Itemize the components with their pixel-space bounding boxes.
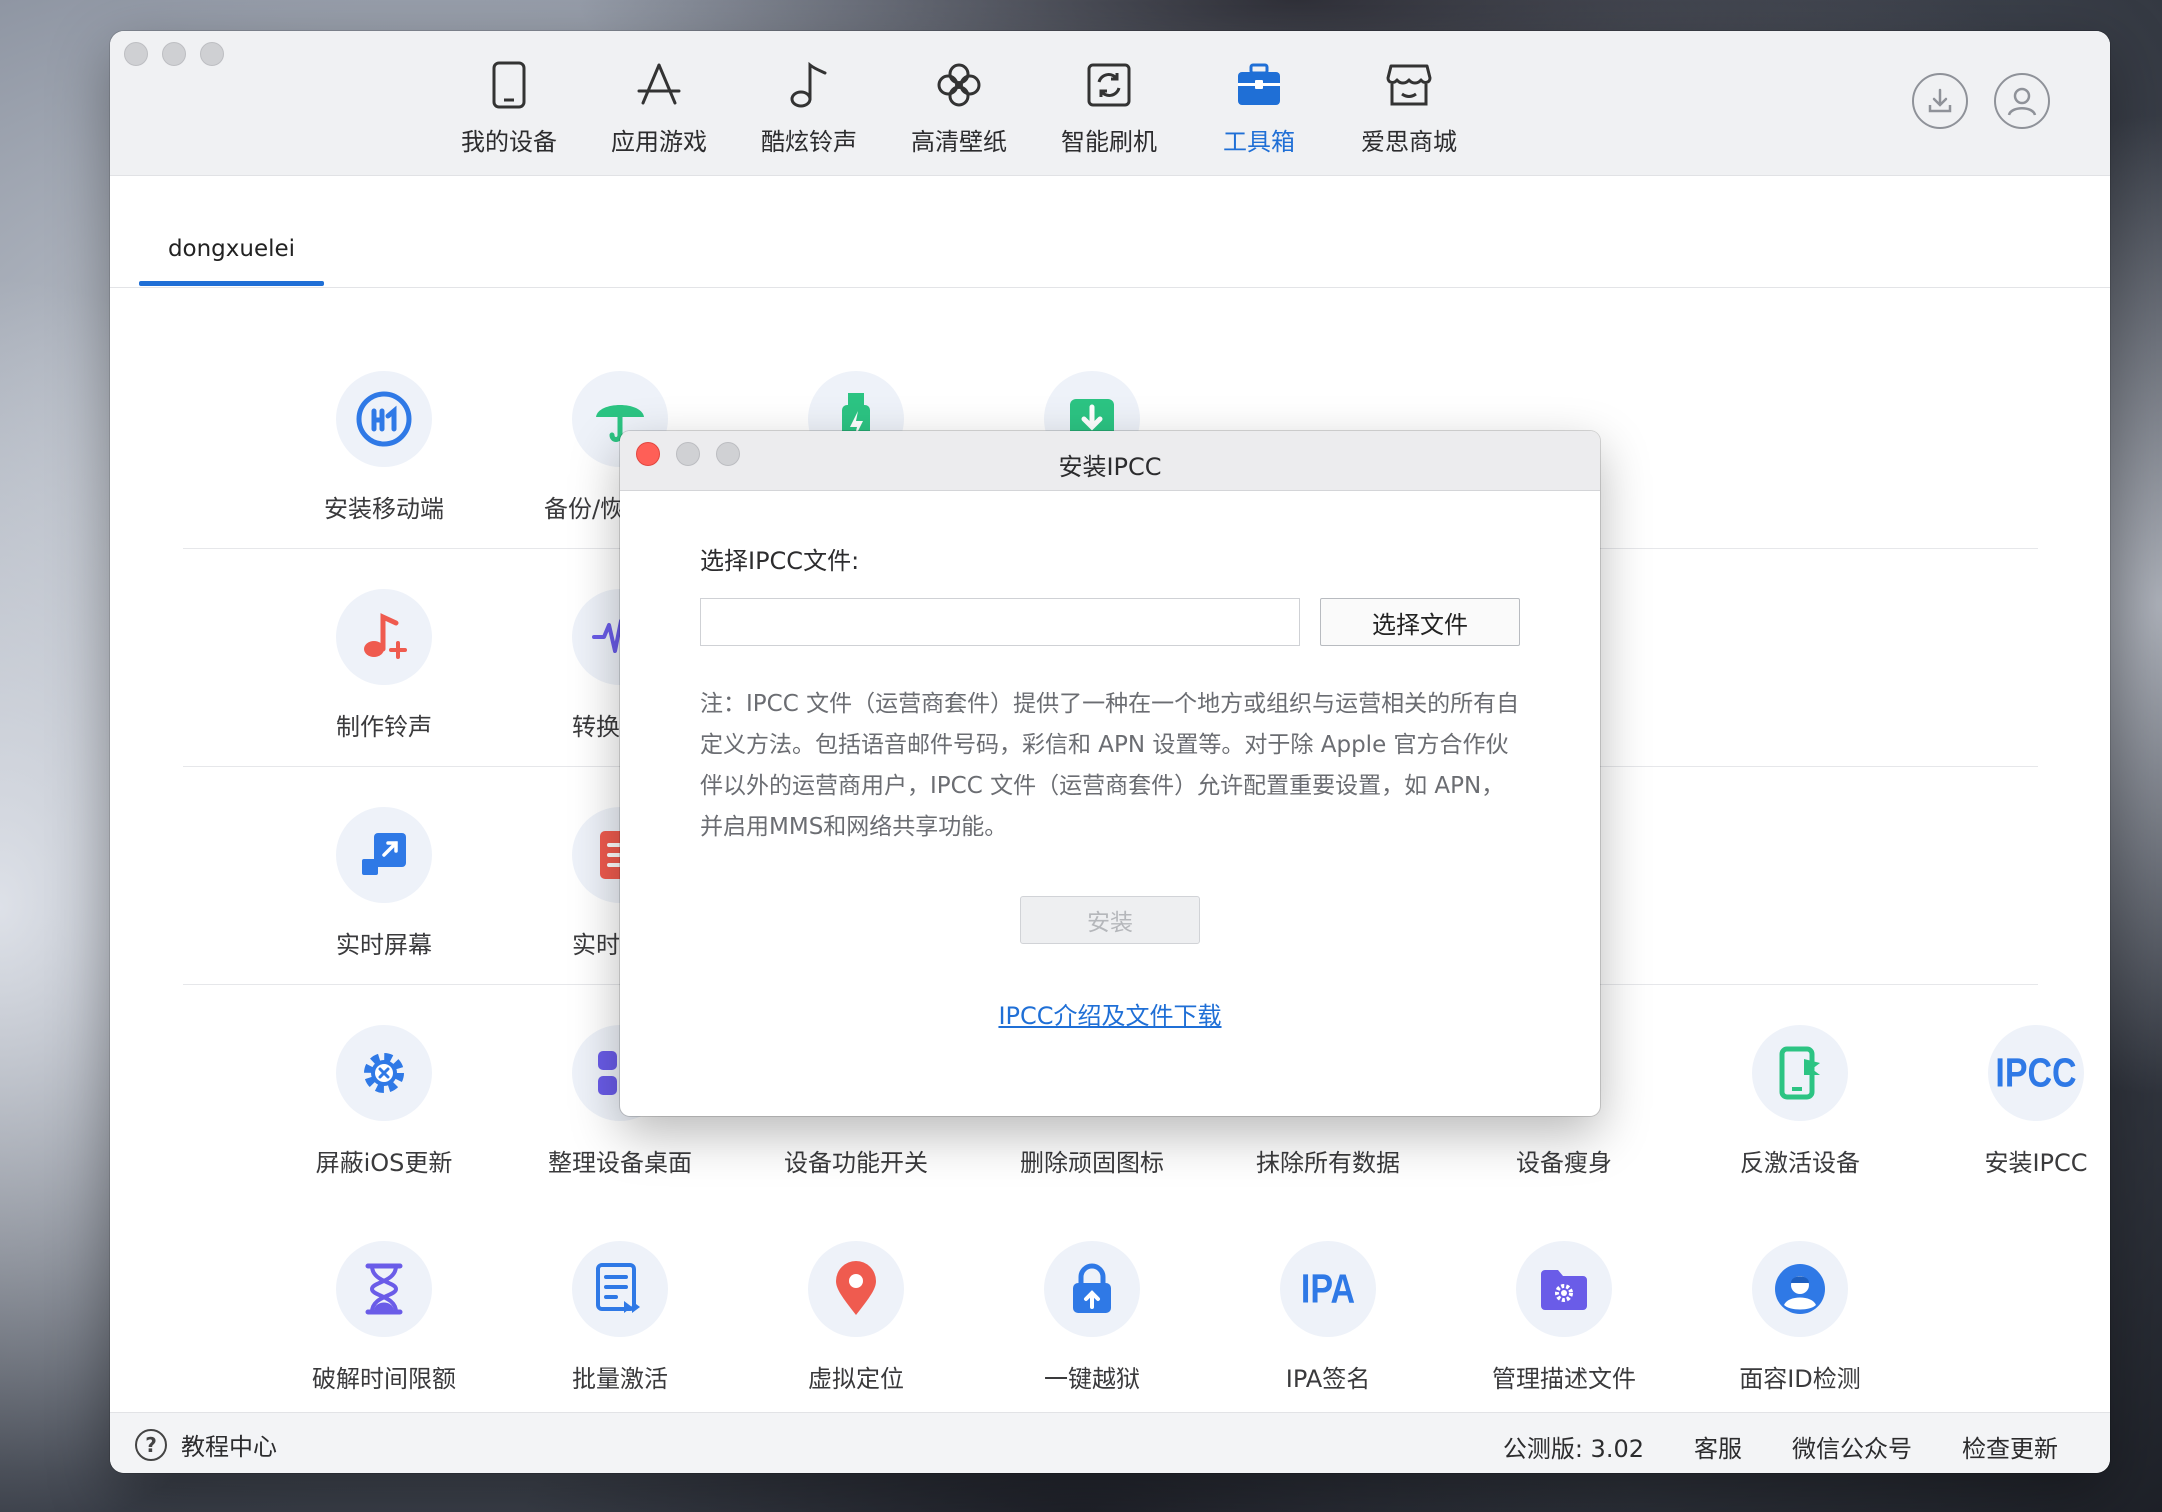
- svg-text:IPA: IPA: [1301, 1265, 1355, 1311]
- batch-list-icon: [596, 1263, 640, 1313]
- phone-flag-icon: [1779, 1046, 1820, 1100]
- nav-label: 工具箱: [1223, 128, 1295, 156]
- tool-faceid-check[interactable]: 面容ID检测: [1700, 1241, 1900, 1394]
- ipa-icon: IPA: [1301, 1265, 1355, 1311]
- download-manager-button[interactable]: [1912, 73, 1968, 129]
- gear-block-icon: [364, 1053, 404, 1093]
- screen-mirror-icon: [362, 833, 406, 875]
- install-mobile-icon: [356, 391, 412, 447]
- user-icon: [2007, 87, 2037, 116]
- tool-install-mobile[interactable]: 安装移动端: [284, 371, 484, 524]
- tool-install-ipcc[interactable]: IPCC 安装IPCC: [1936, 1025, 2110, 1178]
- nav-store[interactable]: 爱思商城: [1334, 56, 1484, 157]
- ipcc-icon: IPCC: [1996, 1049, 2076, 1095]
- tool-batch-activate[interactable]: 批量激活: [520, 1241, 720, 1394]
- flower-icon: [884, 56, 1034, 114]
- dialog-titlebar: 安装IPCC: [620, 431, 1600, 491]
- nav-label: 酷炫铃声: [761, 128, 857, 156]
- folder-gear-icon: [1541, 1270, 1587, 1310]
- nav-apps-games[interactable]: 应用游戏: [584, 56, 734, 157]
- status-bar: ? 教程中心 公测版: 3.02 客服 微信公众号 检查更新: [110, 1412, 2110, 1473]
- install-ipcc-dialog: 安装IPCC 选择IPCC文件: 选择文件 注：IPCC 文件（运营商套件）提供…: [620, 431, 1600, 1116]
- wechat-link[interactable]: 微信公众号: [1792, 1429, 1912, 1464]
- svg-text:IPCC: IPCC: [1996, 1049, 2076, 1095]
- tool-deactivate[interactable]: 反激活设备: [1700, 1025, 1900, 1178]
- ipcc-file-path-input[interactable]: [700, 598, 1300, 646]
- device-tab[interactable]: dongxuelei: [139, 236, 324, 262]
- store-icon: [1334, 56, 1484, 114]
- nav-label: 应用游戏: [611, 128, 707, 156]
- tool-realtime-screen[interactable]: 实时屏幕: [284, 807, 484, 960]
- music-note-icon: [734, 56, 884, 114]
- main-nav: 我的设备 应用游戏 酷炫铃声 高清壁纸 智能刷机 工具箱 爱思商城: [110, 56, 2110, 174]
- nav-label: 高清壁纸: [911, 128, 1007, 156]
- tool-block-ios-update[interactable]: 屏蔽iOS更新: [284, 1025, 484, 1178]
- tool-crack-screen-time[interactable]: 破解时间限额: [284, 1241, 484, 1394]
- phone-icon: [434, 56, 584, 114]
- version-label: 公测版: 3.02: [1502, 1435, 1644, 1463]
- ipcc-note-text: 注：IPCC 文件（运营商套件）提供了一种在一个地方或组织与运营相关的所有自定义…: [700, 691, 1520, 840]
- help-icon: ?: [135, 1428, 167, 1461]
- dialog-body: 选择IPCC文件: 选择文件 注：IPCC 文件（运营商套件）提供了一种在一个地…: [700, 491, 1520, 1031]
- install-button[interactable]: 安装: [1020, 896, 1200, 944]
- file-select-row: 选择文件: [700, 598, 1520, 646]
- lock-upload-icon: [1073, 1263, 1111, 1313]
- dialog-title: 安装IPCC: [1058, 453, 1162, 481]
- status-actions: 公测版: 3.02 客服 微信公众号 检查更新: [1503, 1429, 2058, 1464]
- face-id-icon: [1775, 1264, 1825, 1314]
- hourglass-icon: [365, 1263, 403, 1315]
- nav-label: 我的设备: [461, 128, 557, 156]
- choose-file-button[interactable]: 选择文件: [1320, 598, 1520, 646]
- toolbar-actions: [1912, 73, 2050, 129]
- tutorial-center-link[interactable]: ? 教程中心: [135, 1427, 277, 1462]
- toolbox-icon: [1184, 56, 1334, 114]
- ringtone-plus-icon: [364, 613, 407, 659]
- tool-jailbreak[interactable]: 一键越狱: [992, 1241, 1192, 1394]
- tool-make-ringtone[interactable]: 制作铃声: [284, 589, 484, 742]
- tool-virtual-location[interactable]: 虚拟定位: [756, 1241, 956, 1394]
- nav-ringtones[interactable]: 酷炫铃声: [734, 56, 884, 157]
- active-tab-indicator: [139, 281, 324, 286]
- tutorial-center-label: 教程中心: [181, 1433, 277, 1461]
- ipcc-file-label: 选择IPCC文件:: [700, 547, 860, 575]
- nav-label: 爱思商城: [1361, 128, 1457, 156]
- device-tabbar: dongxuelei: [110, 176, 2110, 288]
- check-update-link[interactable]: 检查更新: [1962, 1429, 2058, 1464]
- nav-toolbox[interactable]: 工具箱: [1184, 56, 1334, 157]
- tool-ipa-sign[interactable]: IPA IPA签名: [1228, 1241, 1428, 1394]
- toolbar: 我的设备 应用游戏 酷炫铃声 高清壁纸 智能刷机 工具箱 爱思商城: [110, 31, 2110, 176]
- ipcc-intro-download-link[interactable]: IPCC介绍及文件下载: [700, 996, 1520, 1031]
- nav-flash[interactable]: 智能刷机: [1034, 56, 1184, 157]
- app-store-icon: [584, 56, 734, 114]
- user-account-button[interactable]: [1994, 73, 2050, 129]
- location-pin-icon: [836, 1261, 876, 1315]
- refresh-box-icon: [1034, 56, 1184, 114]
- nav-wallpapers[interactable]: 高清壁纸: [884, 56, 1034, 157]
- tool-manage-profiles[interactable]: 管理描述文件: [1464, 1241, 1664, 1394]
- download-icon: [1928, 88, 1952, 113]
- customer-service-link[interactable]: 客服: [1694, 1429, 1742, 1464]
- nav-my-device[interactable]: 我的设备: [434, 56, 584, 157]
- nav-label: 智能刷机: [1061, 128, 1157, 156]
